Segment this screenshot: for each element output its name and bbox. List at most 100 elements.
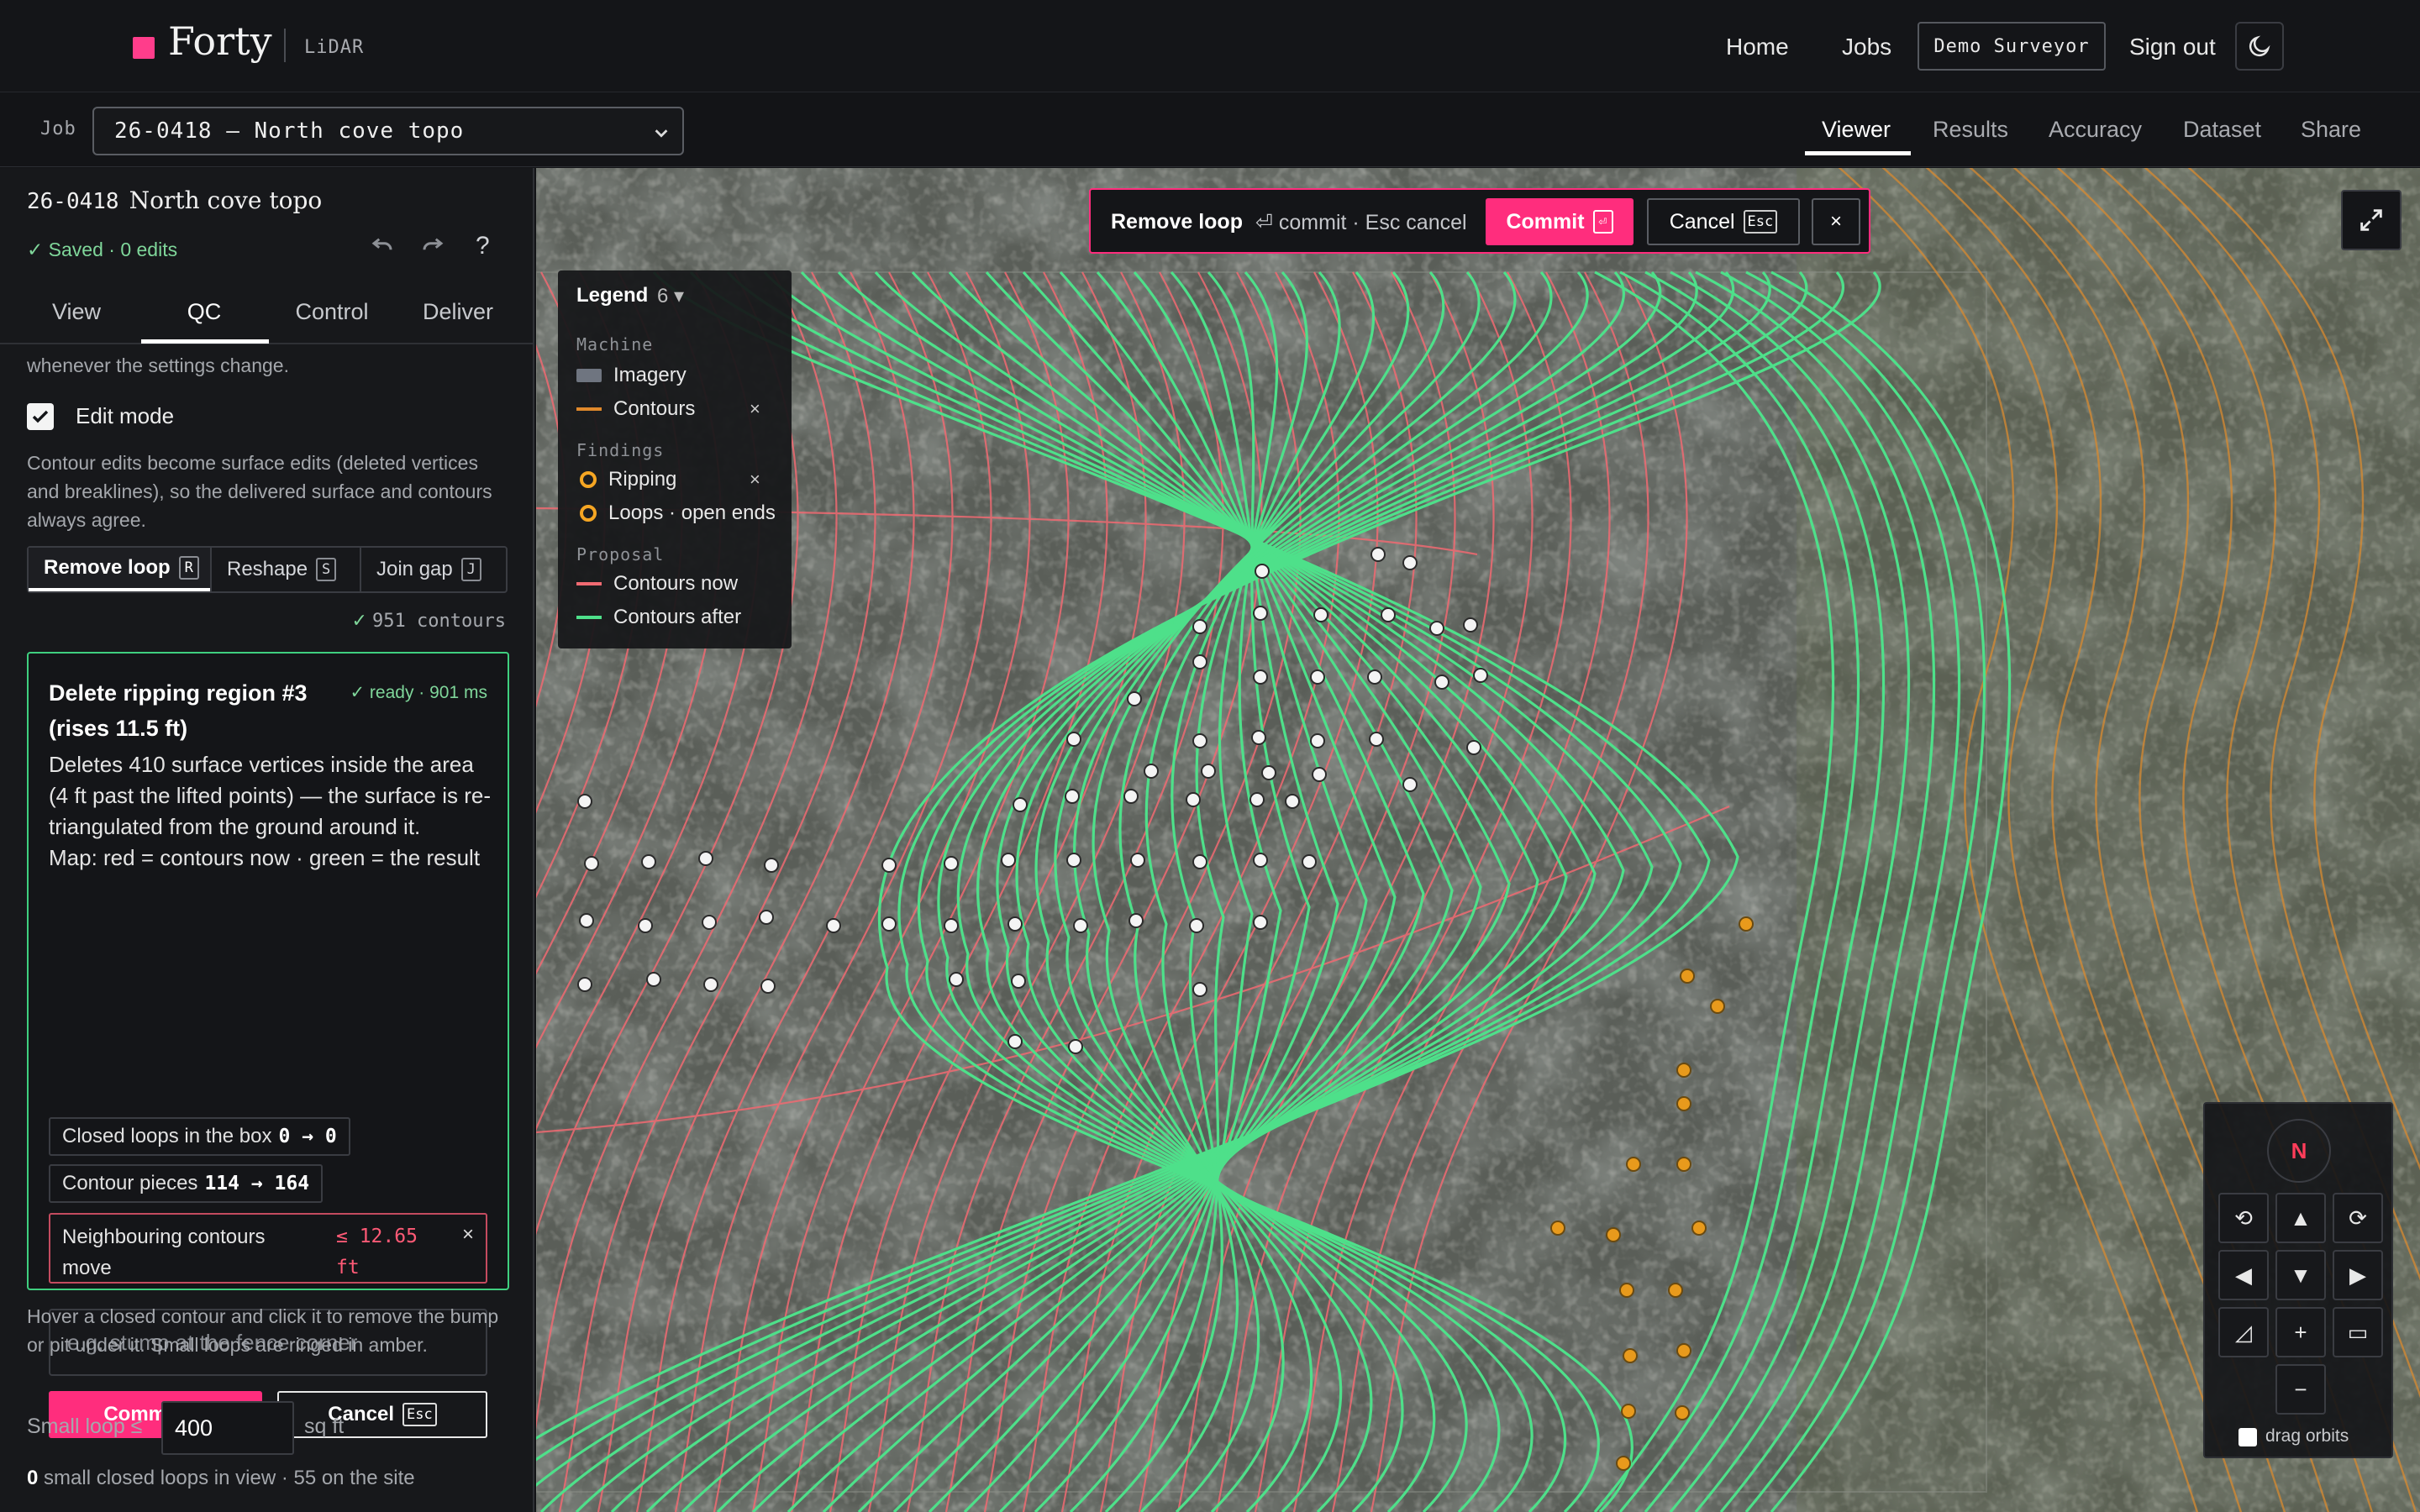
pan-down-button[interactable]: ▼ (2275, 1250, 2326, 1300)
legend-item-contours-after[interactable]: Contours after (576, 603, 741, 632)
proposal-title: Delete ripping region #3 (rises 11.5 ft) (49, 680, 308, 741)
legend-title[interactable]: Legend (576, 284, 648, 307)
banner-cancel-label: Cancel (1669, 209, 1735, 234)
lifted-point (646, 972, 661, 987)
lifted-point (1310, 733, 1325, 748)
legend-item-ripping[interactable]: Ripping (576, 465, 676, 494)
job-select[interactable]: 26-0418 — North cove topo (92, 107, 684, 155)
lifted-point (1370, 547, 1386, 562)
pan-left-button[interactable]: ◀ (2218, 1250, 2269, 1300)
drag-orbits-label[interactable]: drag orbits (2265, 1426, 2349, 1446)
lifted-point (1068, 1039, 1083, 1054)
lifted-point (1192, 733, 1207, 748)
small-loop-input[interactable] (161, 1401, 294, 1455)
logo-mark (133, 37, 155, 59)
rotate-left-button[interactable]: ⟲ (2218, 1193, 2269, 1243)
proposal-status: ✓ ready · 901 ms (350, 683, 488, 702)
tab-viewer[interactable]: Viewer (1822, 117, 1891, 143)
tab-share[interactable]: Share (2301, 117, 2361, 143)
brand-name[interactable]: Forty (168, 18, 272, 64)
product-name: LiDAR (304, 37, 365, 58)
banner-cancel-button[interactable]: Cancel Esc (1647, 198, 1800, 245)
expand-icon (2360, 209, 2382, 231)
lifted-point (1065, 789, 1080, 804)
drag-orbits-checkbox[interactable] (2238, 1428, 2257, 1446)
legend-section-findings: Findings (576, 440, 665, 460)
edit-mode-checkbox[interactable] (27, 403, 54, 430)
pan-right-button[interactable]: ▶ (2333, 1250, 2383, 1300)
join-gap-button[interactable]: Join gap J (361, 548, 506, 591)
fullscreen-button[interactable] (2341, 190, 2402, 250)
reshape-label: Reshape (227, 558, 308, 580)
proposal-map-note: Map: red = contours now · green = the re… (49, 845, 481, 870)
tab-results[interactable]: Results (1933, 117, 2008, 143)
contours-now-swatch (576, 582, 602, 585)
lifted-point (577, 977, 592, 992)
moon-icon (2249, 35, 2270, 57)
legend-item-contours-now[interactable]: Contours now (576, 570, 738, 598)
lifted-point (1402, 777, 1418, 792)
theme-toggle-button[interactable] (2235, 22, 2284, 71)
remove-layer-button[interactable]: × (750, 398, 760, 420)
tilt-button[interactable]: ◿ (2218, 1307, 2269, 1357)
map-viewport[interactable] (536, 168, 2420, 1512)
banner-title: Remove loop (1111, 210, 1243, 234)
zoom-in-button[interactable]: + (2275, 1307, 2326, 1357)
zoom-out-button[interactable]: − (2275, 1364, 2326, 1415)
lifted-point (1201, 764, 1216, 779)
lifted-point (1253, 606, 1268, 621)
map-canvas[interactable] (536, 168, 2420, 1512)
banner-close-button[interactable]: × (1812, 198, 1860, 245)
pan-up-button[interactable]: ▲ (2275, 1193, 2326, 1243)
tab-dataset[interactable]: Dataset (2183, 117, 2261, 143)
tab-accuracy[interactable]: Accuracy (2049, 117, 2142, 143)
legend-label: Contours now (613, 572, 739, 595)
tab-deliver[interactable]: Deliver (395, 299, 521, 325)
save-status: ✓ Saved · 0 edits (27, 239, 178, 260)
lifted-point (944, 856, 959, 871)
lifted-point (1302, 854, 1317, 869)
nav-home[interactable]: Home (1726, 34, 1789, 60)
lifted-point (1367, 669, 1382, 685)
warning-value: ≤ 12.65 ft (336, 1226, 418, 1278)
tab-qc[interactable]: QC (141, 299, 267, 325)
legend-toggle[interactable]: 6 ▾ (657, 284, 684, 308)
tab-control[interactable]: Control (269, 299, 395, 325)
finding-point (1676, 1157, 1691, 1172)
page-title: 26-0418 North cove topo (27, 186, 322, 214)
nav-jobs[interactable]: Jobs (1842, 34, 1891, 60)
user-button[interactable]: Demo Surveyor (1918, 22, 2106, 71)
loops-ring (580, 505, 597, 522)
sign-out-link[interactable]: Sign out (2129, 34, 2216, 60)
lifted-point (1313, 607, 1328, 622)
redo-button[interactable] (420, 232, 445, 264)
lifted-point (881, 916, 897, 932)
undo-button[interactable] (370, 232, 395, 264)
lifted-point (1285, 794, 1300, 809)
contour-pieces-stat: Contour pieces 114 → 164 (49, 1164, 324, 1203)
imagery-swatch (576, 369, 602, 382)
remove-layer-button[interactable]: × (750, 469, 760, 491)
lifted-point (1130, 853, 1145, 868)
help-button[interactable]: ? (476, 232, 490, 260)
rotate-right-button[interactable]: ⟳ (2333, 1193, 2383, 1243)
banner-commit-button[interactable]: Commit ⏎ (1486, 198, 1634, 245)
reshape-button[interactable]: Reshape S (212, 548, 360, 591)
legend-item-loops[interactable]: Loops · open ends (576, 499, 776, 528)
fit-view-button[interactable]: ▭ (2333, 1307, 2383, 1357)
remove-loop-button[interactable]: Remove loop R (29, 548, 210, 591)
lifted-point (949, 972, 964, 987)
tab-view[interactable]: View (13, 299, 139, 325)
compass-north-button[interactable]: N (2267, 1119, 2331, 1183)
sidebar: 26-0418 North cove topo ✓ Saved · 0 edits… (0, 168, 534, 1512)
legend-label: Loops · open ends (608, 501, 776, 524)
finding-point (1550, 1221, 1565, 1236)
legend-item-imagery[interactable]: Imagery (576, 361, 687, 390)
lifted-point (1369, 732, 1384, 747)
edit-mode-label[interactable]: Edit mode (76, 403, 174, 429)
lifted-point (577, 794, 592, 809)
dismiss-warning-button[interactable]: × (462, 1223, 474, 1247)
escape-key: Esc (1743, 210, 1778, 234)
legend-item-contours[interactable]: Contours (576, 395, 695, 423)
lifted-point (1128, 913, 1144, 928)
